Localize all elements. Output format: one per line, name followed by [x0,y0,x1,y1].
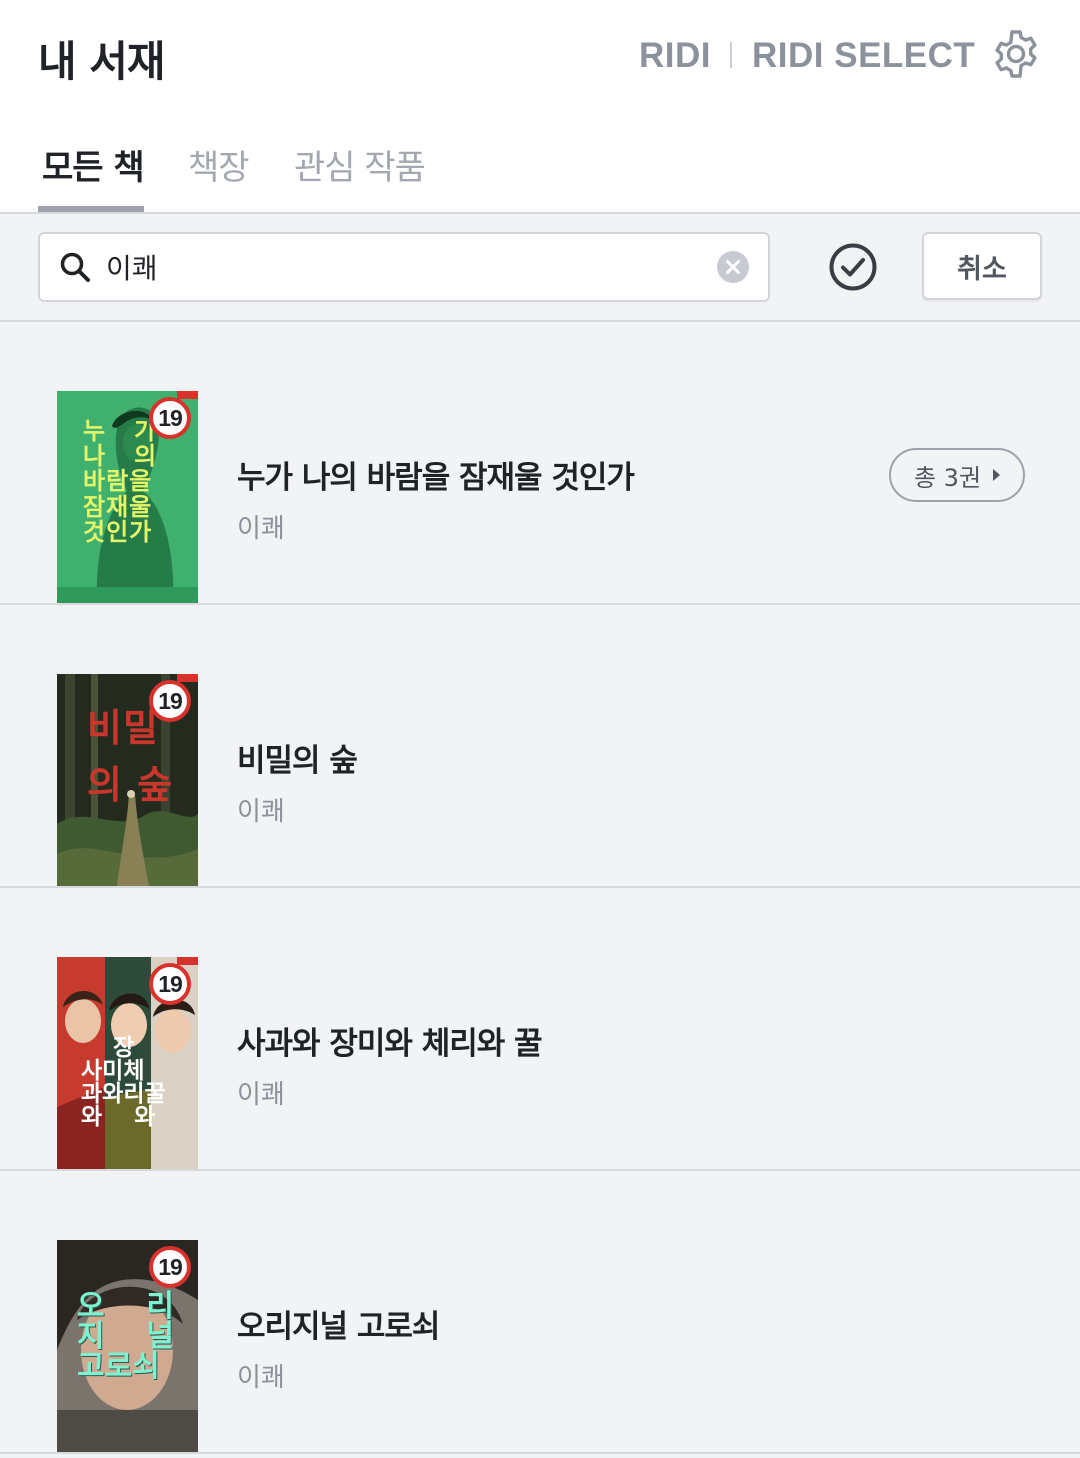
cover-title-text: 장 사미체 과와리꿀 와 와 [81,1035,166,1130]
book-cover[interactable]: 장 사미체 과와리꿀 와 와 19 [57,957,198,1169]
search-icon [60,252,90,282]
search-box[interactable] [38,232,770,302]
brand-divider [730,42,732,68]
book-row[interactable]: 비밀 의 숲 19 비밀의 숲 이쾌 [0,605,1080,888]
book-author: 이쾌 [237,1363,285,1393]
cover-title-text: 오 리지 널 고로쇠 [77,1289,174,1384]
book-author: 이쾌 [237,1080,285,1110]
book-cover[interactable]: 오 리지 널 고로쇠 19 [57,1240,198,1452]
ridi-link[interactable]: RIDI [639,36,711,76]
ridi-select-link[interactable]: RIDI SELECT [752,36,975,76]
chevron-right-icon [993,469,1001,481]
cancel-button[interactable]: 취소 [922,232,1042,300]
tab-wishlist[interactable]: 관심 작품 [294,140,426,189]
book-title[interactable]: 오리지널 고로쇠 [237,1301,440,1346]
search-bar: 취소 [0,214,1080,322]
book-title[interactable]: 비밀의 숲 [237,735,358,780]
book-row[interactable]: 장 사미체 과와리꿀 와 와 19 사과와 장미와 체리와 꿀 이쾌 [0,888,1080,1171]
search-input[interactable] [106,238,696,296]
tab-all-books[interactable]: 모든 책 [42,140,145,189]
gear-icon [995,30,1037,78]
adult-rating-badge: 19 [149,680,191,722]
tab-bookshelf[interactable]: 책장 [188,140,250,189]
series-count-button[interactable]: 총 3권 [889,448,1025,502]
book-author: 이쾌 [237,797,285,827]
clear-search-icon[interactable] [716,250,750,284]
series-count-label: 총 3권 [913,463,982,492]
book-title[interactable]: 누가 나의 바람을 잠재울 것인가 [237,452,635,497]
book-cover[interactable]: 누 가나 의 바람을 잠재울 것인가 19 [57,391,198,603]
book-row[interactable]: 오 리지 널 고로쇠 19 오리지널 고로쇠 이쾌 [0,1171,1080,1454]
page-title: 내 서재 [38,37,166,86]
select-mode-check-icon[interactable] [828,242,878,292]
adult-rating-badge: 19 [149,963,191,1005]
book-row[interactable]: 누 가나 의 바람을 잠재울 것인가 19 누가 나의 바람을 잠재울 것인가 이쾌 … [0,322,1080,605]
settings-button[interactable] [990,28,1042,80]
book-cover[interactable]: 비밀 의 숲 19 [57,674,198,886]
adult-rating-badge: 19 [149,1246,191,1288]
book-author: 이쾌 [237,514,285,544]
app-header: 내 서재 RIDI RIDI SELECT 모든 책 책장 관심 작품 [0,0,1080,212]
book-title[interactable]: 사과와 장미와 체리와 꿀 [237,1018,543,1063]
adult-rating-badge: 19 [149,397,191,439]
